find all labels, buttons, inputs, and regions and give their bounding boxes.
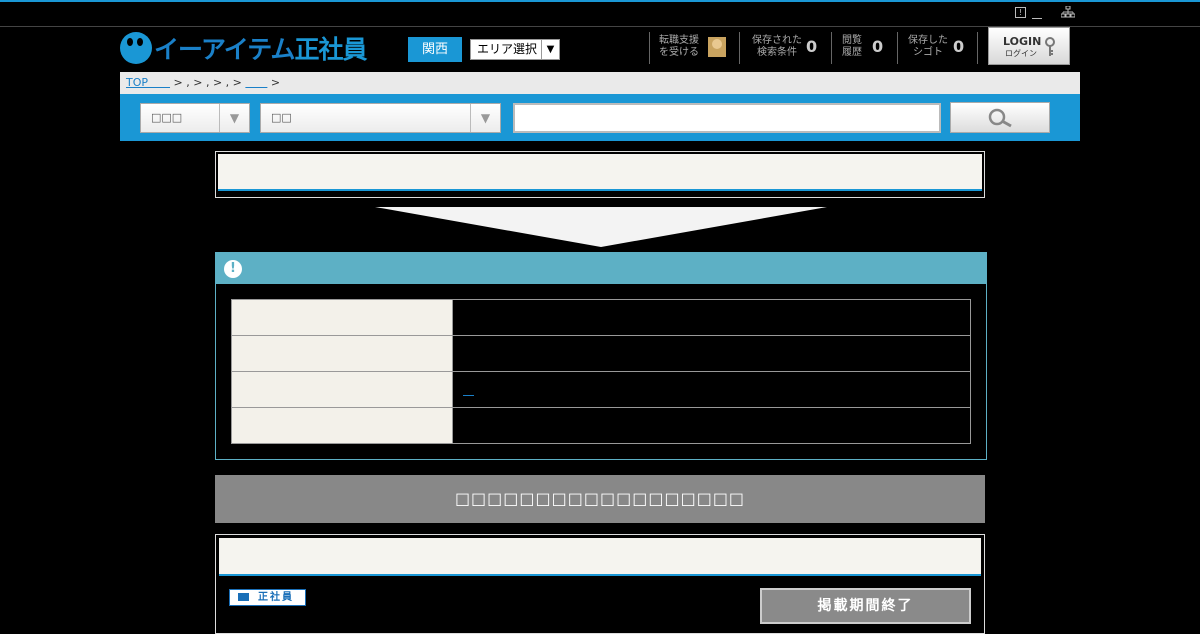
down-arrow-icon <box>375 207 827 247</box>
page-title-box <box>215 151 985 198</box>
logo-text-seishain: 正社員 <box>294 35 368 64</box>
briefcase-icon <box>238 593 249 601</box>
info-table <box>231 299 971 444</box>
breadcrumb-top[interactable]: TOP <box>126 76 170 89</box>
area-select-label: エリア選択 <box>477 42 538 56</box>
table-row <box>231 335 971 372</box>
history-label: 閲覧 履歴 <box>842 35 862 58</box>
logo-text: イーアイテム <box>154 35 296 64</box>
search-select-category[interactable]: □□□ ▼ <box>140 103 250 133</box>
site-header: イーアイテム 正社員 関西 エリア選択 ▼ 転職支援 を受ける 保存された 検索… <box>120 24 1080 72</box>
chevron-down-icon: ▼ <box>541 40 559 59</box>
breadcrumb-item[interactable] <box>245 76 267 89</box>
key-icon <box>1045 37 1055 56</box>
triangle-down-icon: ▼ <box>219 104 249 132</box>
table-row <box>231 407 971 444</box>
expired-button[interactable]: 掲載期間終了 <box>760 588 971 624</box>
login-label: LOGIN <box>1003 35 1042 48</box>
site-logo[interactable]: イーアイテム 正社員 <box>120 32 368 64</box>
search-button[interactable] <box>950 102 1050 133</box>
top-accent-line <box>0 0 1200 2</box>
exclamation-icon: ! <box>224 260 242 278</box>
job-title <box>219 538 981 576</box>
consultant-icon <box>708 37 726 57</box>
search-icon <box>988 108 1012 128</box>
triangle-down-icon: ▼ <box>470 104 500 132</box>
header-divider <box>977 32 978 64</box>
saved-conditions-link[interactable]: 保存された 検索条件 0 <box>739 32 831 64</box>
area-button[interactable]: 関西 <box>408 37 462 62</box>
utility-bar: ! <box>0 4 1200 27</box>
logo-mascot-icon <box>120 32 152 64</box>
breadcrumb: TOP > , > , > , > > <box>120 72 1080 94</box>
saved-jobs-count: 0 <box>953 37 965 56</box>
history-count: 0 <box>872 37 884 56</box>
notice-header: ! <box>216 253 986 284</box>
table-row <box>231 371 971 408</box>
table-row <box>231 299 971 336</box>
history-link[interactable]: 閲覧 履歴 0 <box>831 32 897 64</box>
notice-message-bar: □□□□□□□□□□□□□□□□□□ <box>215 475 985 523</box>
sitemap-icon[interactable] <box>1061 6 1075 18</box>
help-icon[interactable]: ! <box>1015 7 1026 18</box>
saved-jobs-link[interactable]: 保存した シゴト 0 <box>897 32 978 64</box>
info-link[interactable] <box>463 384 474 397</box>
search-select-area[interactable]: □□ ▼ <box>260 103 501 133</box>
search-input[interactable] <box>513 103 941 133</box>
employment-type-badge: 正社員 <box>229 589 306 606</box>
saved-conditions-label: 保存された 検索条件 <box>752 35 802 58</box>
saved-jobs-label: 保存した シゴト <box>908 35 948 58</box>
job-card: 正社員 掲載期間終了 <box>215 534 985 634</box>
saved-conditions-count: 0 <box>806 37 818 56</box>
notice-panel: ! <box>215 252 987 460</box>
login-sublabel: ログイン <box>1005 49 1037 58</box>
utility-link[interactable] <box>1032 5 1042 20</box>
page-title <box>218 154 982 191</box>
search-bar: □□□ ▼ □□ ▼ <box>120 94 1080 141</box>
area-select[interactable]: エリア選択 ▼ <box>470 39 560 60</box>
login-button[interactable]: LOGIN ログイン <box>988 27 1070 65</box>
career-support-link[interactable]: 転職支援 を受ける <box>649 32 738 64</box>
career-support-label: 転職支援 を受ける <box>659 35 699 58</box>
